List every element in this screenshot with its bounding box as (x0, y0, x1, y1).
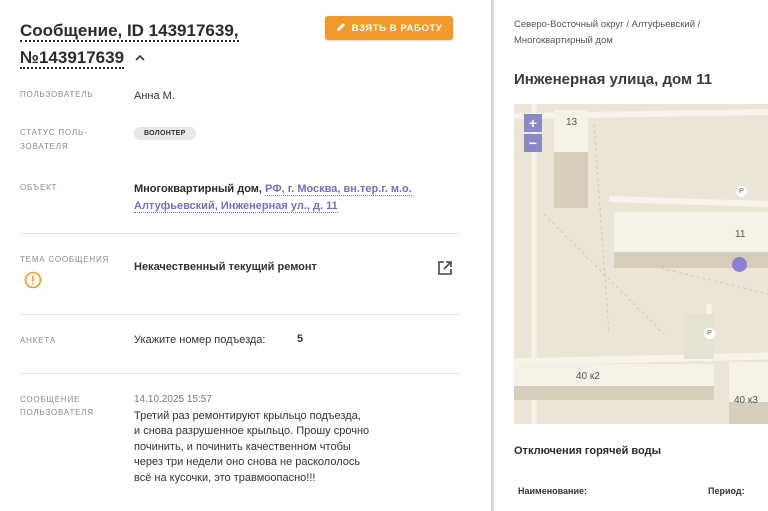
status-badge: ВОЛОНТЕР (134, 127, 196, 140)
column-header-period: Период: (708, 486, 745, 496)
object-address-link-2[interactable]: Алтуфьевский, Инженерная ул., д. 11 (134, 200, 338, 213)
address-title: Инженерная улица, дом 11 (514, 71, 713, 88)
building-label-11: 11 (735, 229, 746, 240)
building-label-40k3: 40 к3 (734, 395, 758, 406)
chevron-up-icon[interactable] (135, 43, 145, 68)
status-label-2: ЗОВАТЕЛЯ (20, 142, 69, 151)
message-label-1: СООБЩЕНИЕ (20, 395, 81, 404)
form-label: АНКЕТА (20, 336, 56, 345)
message-panel: Сообщение, ID 143917639, №143917639 ВЗЯТ… (0, 0, 476, 511)
message-line: Третий раз ремонтируют крыльцо подъезда, (134, 410, 361, 422)
message-line: починить, и починить качественном чтобы (134, 440, 351, 453)
address-panel: Северо-Восточный округ / Алтуфьевский / … (494, 0, 768, 511)
zoom-in-button[interactable]: + (524, 114, 542, 132)
object-value: Многоквартирный дом, РФ, г. Москва, вн.т… (134, 181, 424, 215)
divider (20, 314, 460, 315)
zoom-out-button[interactable]: − (524, 134, 542, 152)
message-text: Третий раз ремонтируют крыльцо подъезда,… (134, 409, 394, 486)
title-line2: №143917639 (20, 48, 125, 69)
form-answer: 5 (297, 333, 304, 345)
column-header-name: Наименование: (518, 486, 588, 496)
take-to-work-button[interactable]: ВЗЯТЬ В РАБОТУ (325, 16, 453, 40)
message-label-2: ПОЛЬЗОВАТЕЛЯ (20, 408, 94, 417)
breadcrumb: Северо-Восточный округ / Алтуфьевский / … (514, 17, 754, 49)
parking-icon: P (736, 186, 747, 197)
divider (20, 233, 460, 234)
external-link-icon[interactable] (436, 259, 454, 277)
form-question: Укажите номер подъезда: (134, 334, 266, 346)
topic-value: Некачественный текущий ремонт (134, 261, 317, 273)
pencil-icon (336, 22, 346, 35)
map[interactable]: + − 13 11 40 к2 40 к3 P P (514, 104, 768, 424)
hot-water-section-title: Отключения горячей воды (514, 445, 661, 457)
message-title[interactable]: Сообщение, ID 143917639, №143917639 (20, 18, 280, 70)
message-line: всё на кусочки, это травмоопасно!!! (134, 471, 316, 484)
warning-icon (24, 271, 42, 289)
building-label-40k2: 40 к2 (576, 371, 600, 382)
topic-label: ТЕМА СООБЩЕНИЯ (20, 255, 110, 264)
parking-icon: P (704, 328, 715, 339)
take-button-label: ВЗЯТЬ В РАБОТУ (351, 22, 443, 34)
title-line1: Сообщение, ID 143917639, (20, 21, 239, 42)
status-label-1: СТАТУС ПОЛЬ- (20, 128, 88, 137)
object-address-link-1[interactable]: РФ, г. Москва, вн.тер.г. м.о. (265, 183, 412, 196)
object-type: Многоквартирный дом, (134, 183, 266, 195)
user-label: ПОЛЬЗОВАТЕЛЬ (20, 90, 94, 99)
object-label: ОБЪЕКТ (20, 183, 58, 192)
user-value: Анна М. (134, 90, 175, 102)
message-line: через три недели оно снова не раскололос… (134, 456, 361, 469)
building-label-13: 13 (566, 117, 578, 128)
message-line: и снова разрушенное крыльцо. Прошу срочн… (134, 425, 370, 438)
location-marker-icon[interactable] (732, 257, 747, 272)
divider (20, 373, 460, 374)
breadcrumb-line1: Северо-Восточный округ / Алтуфьевский / (514, 19, 701, 30)
message-date: 14.10.2025 15:57 (134, 394, 212, 405)
breadcrumb-line2: Многоквартирный дом (514, 35, 613, 46)
